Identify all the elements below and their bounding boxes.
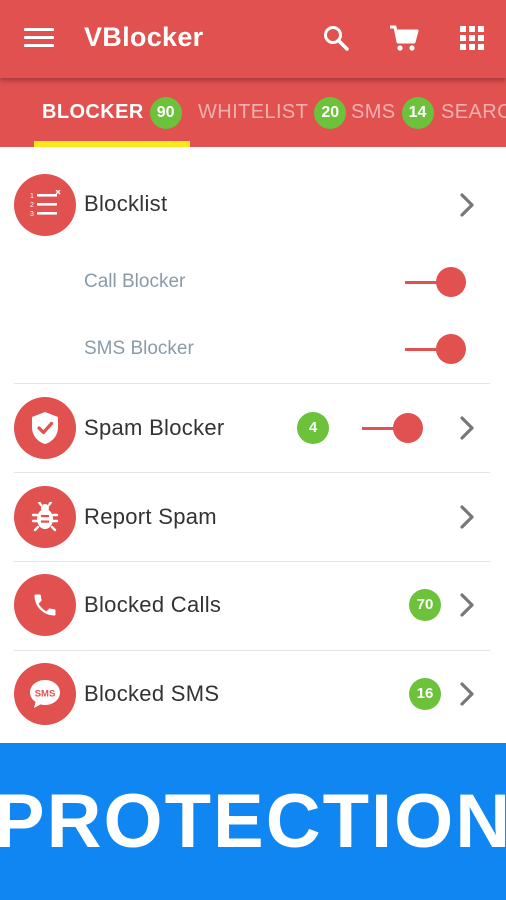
tab-count-badge: 90	[149, 96, 182, 129]
svg-text:1: 1	[30, 193, 34, 200]
spam-count-badge: 4	[297, 412, 329, 444]
chevron-right-icon	[460, 416, 474, 440]
banner-text: PROTECTION	[0, 779, 506, 864]
tab-label: BLOCKER	[42, 101, 144, 123]
tab-sms[interactable]: SMS 14	[351, 78, 434, 147]
spam-blocker-row[interactable]: Spam Blocker 4	[0, 384, 506, 472]
tab-label: WHITELIST	[198, 101, 309, 123]
svg-text:2: 2	[30, 202, 34, 209]
blocked-sms-row[interactable]: SMS Blocked SMS 16	[0, 651, 506, 739]
shield-check-icon	[14, 397, 76, 459]
call-blocker-toggle[interactable]	[405, 267, 467, 297]
promo-banner: PROTECTION	[0, 743, 506, 900]
tab-count-badge: 14	[401, 96, 434, 129]
svg-text:3: 3	[30, 211, 34, 218]
app-title: VBlocker	[84, 22, 204, 52]
blocked-sms-count-badge: 16	[409, 678, 441, 710]
tab-count-badge: 20	[314, 96, 347, 129]
bug-icon	[14, 486, 76, 548]
blocked-calls-title: Blocked Calls	[84, 592, 222, 617]
blocklist-title: Blocklist	[84, 191, 168, 216]
tab-blocker[interactable]: BLOCKER 90	[42, 78, 182, 147]
chevron-right-icon	[460, 505, 474, 529]
call-blocker-label: Call Blocker	[84, 271, 186, 292]
report-spam-row[interactable]: Report Spam	[0, 473, 506, 561]
sms-blocker-toggle[interactable]	[405, 334, 467, 364]
blocklist-icon: 1 2 3	[14, 174, 76, 236]
app-bar: VBlocker	[0, 0, 506, 78]
spam-blocker-toggle[interactable]	[362, 413, 424, 443]
blocked-calls-count-badge: 70	[409, 589, 441, 621]
chevron-right-icon	[460, 593, 474, 617]
blocked-sms-title: Blocked SMS	[84, 681, 220, 706]
tab-search[interactable]: SEARCH	[441, 78, 506, 147]
blocklist-row[interactable]: 1 2 3 Blocklist	[0, 147, 506, 237]
report-spam-title: Report Spam	[84, 504, 217, 529]
tab-bar: BLOCKER 90 WHITELIST 20 SMS 14 SEARCH	[0, 78, 506, 147]
chevron-right-icon	[460, 682, 474, 706]
menu-icon[interactable]	[24, 26, 54, 50]
blocked-calls-row[interactable]: Blocked Calls 70	[0, 562, 506, 650]
tab-label: SMS	[351, 101, 396, 123]
sms-blocker-label: SMS Blocker	[84, 338, 194, 359]
phone-icon	[14, 574, 76, 636]
cart-icon[interactable]	[386, 20, 422, 56]
spam-blocker-title: Spam Blocker	[84, 415, 225, 440]
sms-icon-text: SMS	[35, 689, 56, 700]
apps-grid-icon[interactable]	[454, 20, 490, 56]
active-tab-indicator	[34, 141, 190, 147]
sms-bubble-icon: SMS	[14, 663, 76, 725]
chevron-right-icon	[460, 193, 474, 217]
search-icon[interactable]	[318, 20, 354, 56]
tab-label: SEARCH	[441, 101, 506, 123]
tab-whitelist[interactable]: WHITELIST 20	[198, 78, 347, 147]
